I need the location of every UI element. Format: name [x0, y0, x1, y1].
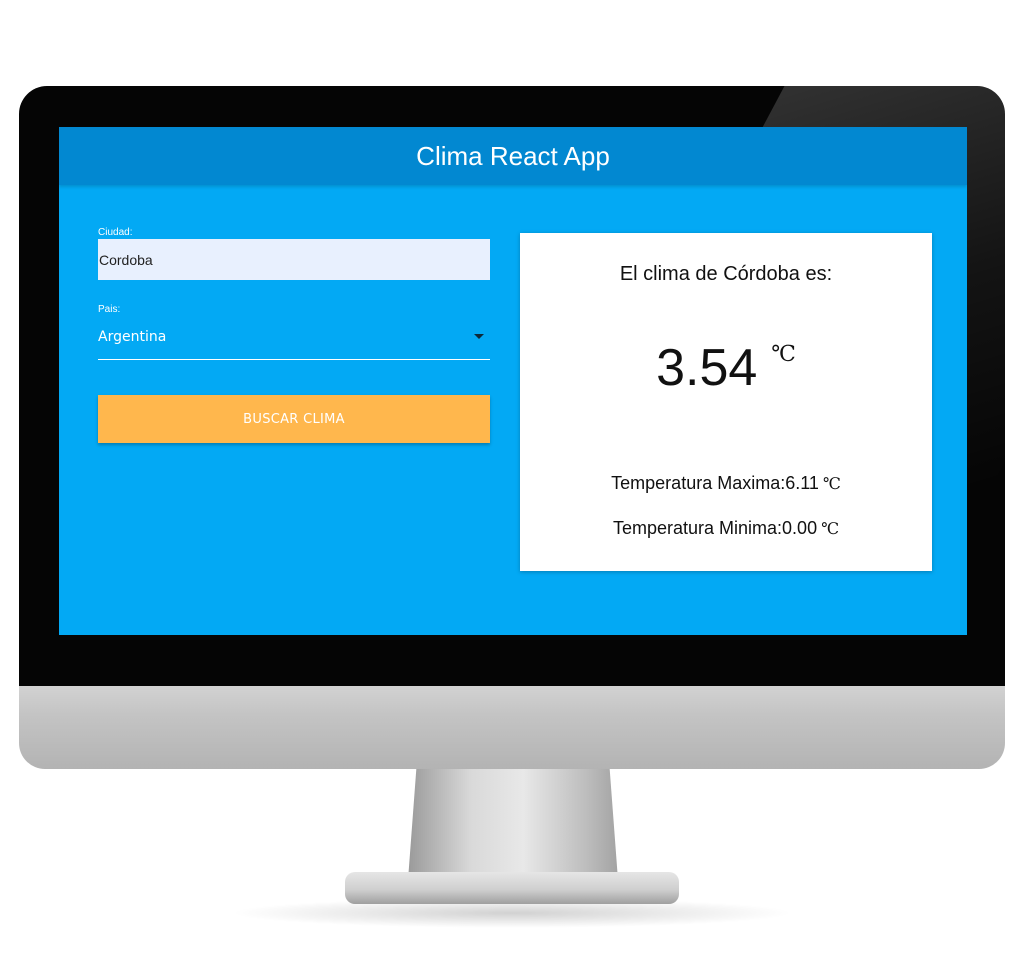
monitor-stand-base: [345, 872, 679, 904]
max-temperature-unit: ℃: [822, 474, 841, 493]
country-select-value: Argentina: [98, 329, 167, 345]
city-label: Ciudad:: [98, 227, 133, 238]
max-temperature-value: 6.11: [785, 473, 819, 493]
temperature-unit: ℃: [771, 342, 796, 367]
monitor-chin: [19, 678, 1005, 769]
min-temperature-label: Temperatura Minima:: [612, 518, 783, 538]
chevron-down-icon[interactable]: [474, 334, 484, 339]
min-temperature: Temperatura Minima:0.00 ℃: [520, 518, 932, 539]
min-temperature-unit: ℃: [821, 519, 839, 538]
current-temperature: 3.54 ℃: [520, 338, 932, 398]
max-temperature: Temperatura Maxima:6.11 ℃: [520, 473, 932, 494]
app-screen: Clima React App Ciudad: Pais: Argentina …: [59, 127, 967, 635]
country-label: Pais:: [98, 304, 121, 315]
weather-form: Ciudad: Pais: Argentina BUSCAR CLIMA: [98, 227, 490, 443]
country-select[interactable]: Argentina: [98, 320, 490, 360]
city-input[interactable]: [98, 239, 490, 280]
app-header: Clima React App: [59, 127, 967, 185]
app-title: Clima React App: [416, 140, 610, 171]
temperature-value: 3.54: [656, 339, 758, 397]
min-temperature-value: 0.00: [782, 518, 818, 538]
monitor-stand-neck: [408, 768, 618, 880]
max-temperature-label: Temperatura Maxima:: [611, 473, 786, 493]
search-weather-button[interactable]: BUSCAR CLIMA: [98, 395, 490, 443]
monitor-mockup: Clima React App Ciudad: Pais: Argentina …: [0, 0, 1024, 961]
result-heading: El clima de Córdoba es:: [619, 263, 833, 285]
weather-result-card: El clima de Córdoba es: 3.54 ℃ Temperatur…: [520, 233, 932, 571]
